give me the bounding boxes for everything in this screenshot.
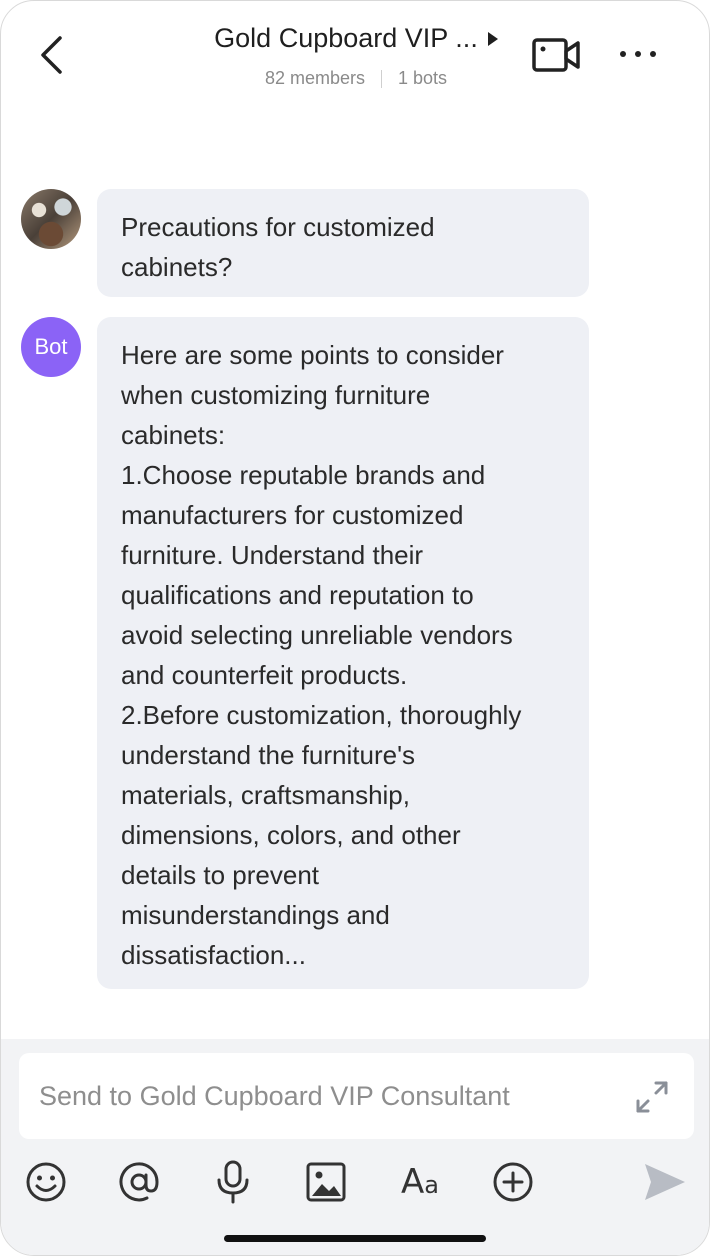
composer: Aa [1, 1039, 709, 1255]
subtitle-divider [381, 69, 382, 88]
smiley-icon [26, 1162, 66, 1202]
image-button[interactable] [303, 1159, 349, 1205]
chat-screen: Gold Cupboard VIP ... 82 members 1 bots [0, 0, 710, 1256]
bot-avatar[interactable]: Bot [21, 317, 81, 377]
expand-button[interactable] [632, 1077, 672, 1117]
video-camera-icon [532, 38, 580, 72]
emoji-button[interactable] [23, 1159, 69, 1205]
avatar[interactable] [21, 189, 81, 249]
chevron-left-icon [41, 36, 62, 74]
home-indicator [224, 1235, 486, 1242]
chat-title-area[interactable]: Gold Cupboard VIP ... 82 members 1 bots [151, 23, 561, 89]
at-sign-icon [119, 1162, 159, 1202]
more-options-button[interactable] [613, 39, 663, 69]
bot-count: 1 bots [398, 68, 448, 88]
expand-arrows-icon [636, 1081, 668, 1113]
mention-button[interactable] [116, 1159, 162, 1205]
more-dot [620, 51, 626, 57]
member-count: 82 members [264, 68, 365, 88]
more-dot [635, 51, 641, 57]
send-button[interactable] [641, 1159, 687, 1205]
send-icon [645, 1164, 685, 1200]
chat-title[interactable]: Gold Cupboard VIP ... [214, 23, 478, 54]
message-input[interactable] [39, 1053, 619, 1139]
image-icon [306, 1162, 346, 1202]
text-format-icon: Aa [401, 1162, 439, 1202]
video-call-button[interactable] [531, 35, 581, 75]
plus-circle-icon [493, 1162, 533, 1202]
chat-subtitle: 82 members 1 bots [151, 68, 561, 89]
chat-header: Gold Cupboard VIP ... 82 members 1 bots [1, 1, 709, 111]
message-bubble[interactable]: Here are some points to consider when cu… [97, 317, 589, 989]
message-input-box [19, 1053, 694, 1139]
microphone-icon [217, 1160, 249, 1204]
message-bubble[interactable]: Precautions for customized cabinets? [97, 189, 589, 297]
back-button[interactable] [31, 31, 71, 79]
caret-right-icon [487, 31, 498, 46]
text-format-button[interactable]: Aa [397, 1159, 443, 1205]
voice-button[interactable] [210, 1159, 256, 1205]
more-dot [650, 51, 656, 57]
composer-toolbar: Aa [1, 1159, 709, 1209]
add-button[interactable] [490, 1159, 536, 1205]
